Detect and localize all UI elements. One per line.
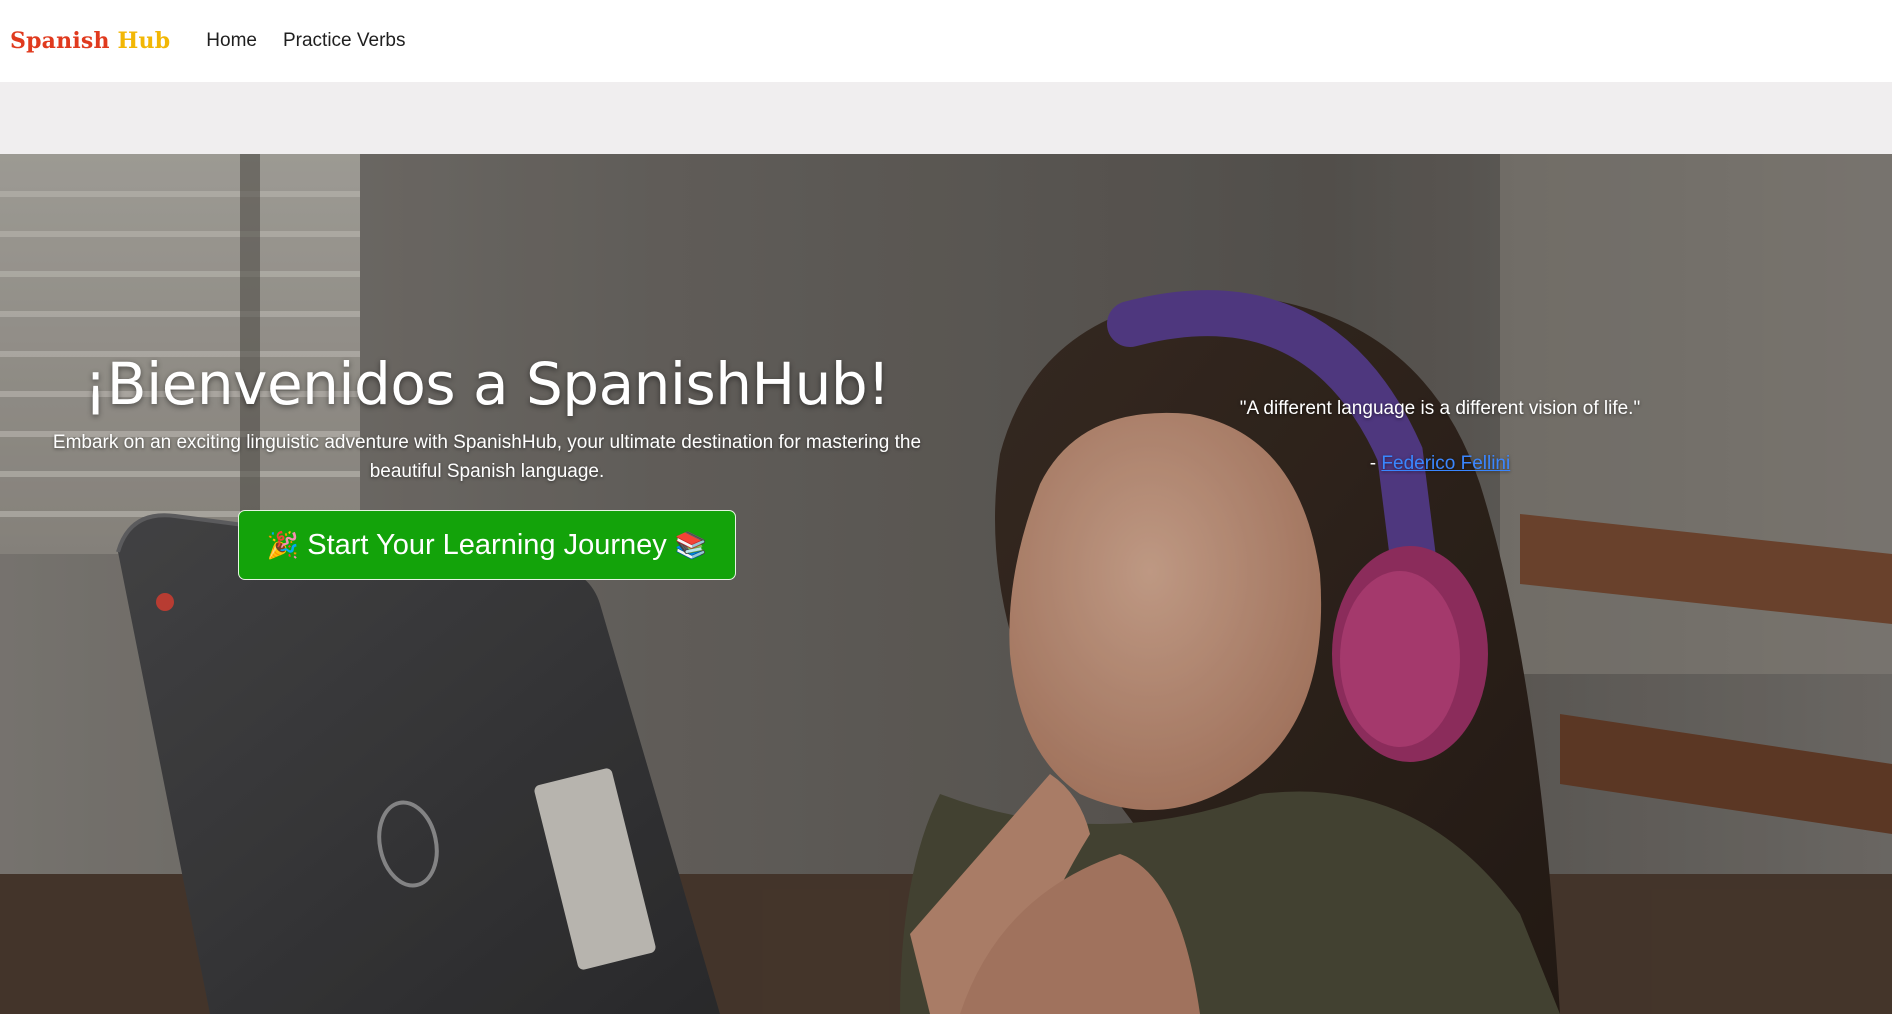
brand-word-hub: Hub xyxy=(117,28,171,54)
nav-links: Home Practice Verbs xyxy=(206,30,405,52)
hero-quote: "A different language is a different vis… xyxy=(1180,398,1700,475)
books-icon: 📚 xyxy=(674,529,708,560)
header-spacer-band xyxy=(0,82,1892,154)
nav-link-home[interactable]: Home xyxy=(206,30,257,52)
party-popper-icon: 🎉 xyxy=(266,529,300,560)
hero-dim-overlay xyxy=(0,154,1892,1014)
top-navbar: Spanish Hub Home Practice Verbs xyxy=(0,0,1892,82)
quote-text: "A different language is a different vis… xyxy=(1239,398,1641,419)
hero-subtitle: Embark on an exciting linguistic adventu… xyxy=(34,428,940,486)
quote-author-prefix: - xyxy=(1369,453,1382,474)
start-learning-journey-label: Start Your Learning Journey xyxy=(307,528,667,561)
hero-intro: ¡Bienvenidos a SpanishHub! Embark on an … xyxy=(34,350,940,580)
quote-author-link[interactable]: Federico Fellini xyxy=(1381,453,1510,474)
quote-attribution: - Federico Fellini xyxy=(1180,453,1700,475)
brand-word-spanish: Spanish xyxy=(10,28,110,54)
hero-title: ¡Bienvenidos a SpanishHub! xyxy=(84,350,890,418)
hero-section: ¡Bienvenidos a SpanishHub! Embark on an … xyxy=(0,154,1892,1014)
brand-logo[interactable]: Spanish Hub xyxy=(10,28,170,54)
hero-subtitle-line1: Embark on an exciting linguistic adventu… xyxy=(52,432,922,453)
nav-link-practice-verbs[interactable]: Practice Verbs xyxy=(283,30,406,52)
start-learning-journey-button[interactable]: 🎉 Start Your Learning Journey 📚 xyxy=(237,510,737,580)
hero-subtitle-line2: beautiful Spanish language. xyxy=(369,461,605,482)
